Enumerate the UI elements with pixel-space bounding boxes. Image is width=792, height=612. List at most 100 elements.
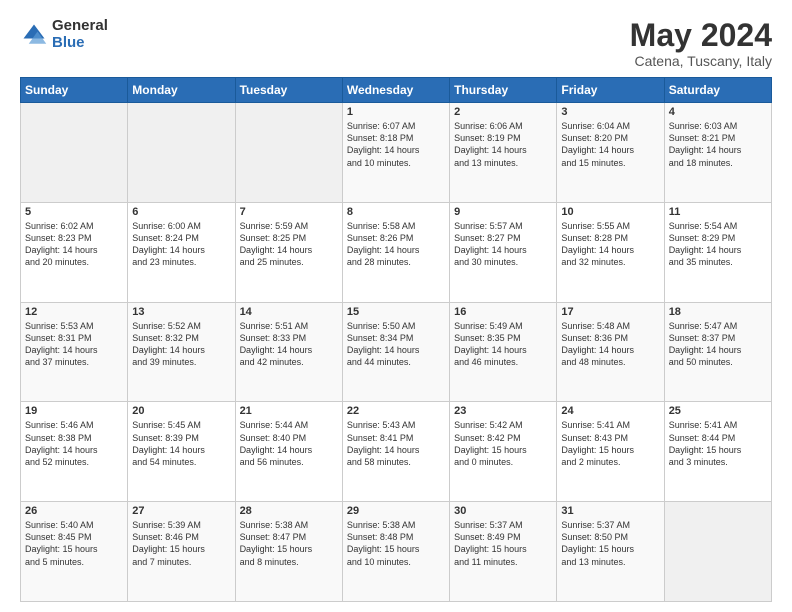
title-block: May 2024 Catena, Tuscany, Italy (630, 18, 772, 69)
week-row-5: 26Sunrise: 5:40 AM Sunset: 8:45 PM Dayli… (21, 502, 772, 602)
day-info: Sunrise: 6:02 AM Sunset: 8:23 PM Dayligh… (25, 220, 123, 269)
day-number: 19 (25, 405, 123, 417)
day-number: 21 (240, 405, 338, 417)
table-row (235, 103, 342, 203)
day-info: Sunrise: 5:47 AM Sunset: 8:37 PM Dayligh… (669, 320, 767, 369)
table-row: 22 Sunrise: 5:43 AM Sunset: 8:41 PM Dayli… (342, 402, 449, 502)
calendar-subtitle: Catena, Tuscany, Italy (630, 53, 772, 69)
calendar-table: Sunday Monday Tuesday Wednesday Thursday… (20, 77, 772, 602)
logo-icon (20, 21, 48, 49)
page: General Blue May 2024 Catena, Tuscany, I… (0, 0, 792, 612)
week-row-2: 5 Sunrise: 6:02 AM Sunset: 8:23 PM Daylig… (21, 202, 772, 302)
day-info: Sunrise: 5:54 AM Sunset: 8:29 PM Dayligh… (669, 220, 767, 269)
table-row: 14 Sunrise: 5:51 AM Sunset: 8:33 PM Dayli… (235, 302, 342, 402)
day-number: 22 (347, 405, 445, 417)
day-info: Sunrise: 5:43 AM Sunset: 8:41 PM Dayligh… (347, 419, 445, 468)
day-info: Sunrise: 6:04 AM Sunset: 8:20 PM Dayligh… (561, 120, 659, 169)
day-info: Sunrise: 5:38 AM Sunset: 8:48 PM Dayligh… (347, 519, 445, 568)
day-number: 23 (454, 405, 552, 417)
day-info: Sunrise: 5:52 AM Sunset: 8:32 PM Dayligh… (132, 320, 230, 369)
day-number: 6 (132, 206, 230, 218)
table-row: 19Sunrise: 5:46 AM Sunset: 8:38 PM Dayli… (21, 402, 128, 502)
day-info: Sunrise: 5:40 AM Sunset: 8:45 PM Dayligh… (25, 519, 123, 568)
table-row: 2 Sunrise: 6:06 AM Sunset: 8:19 PM Daylig… (450, 103, 557, 203)
day-info: Sunrise: 5:39 AM Sunset: 8:46 PM Dayligh… (132, 519, 230, 568)
table-row: 8Sunrise: 5:58 AM Sunset: 8:26 PM Daylig… (342, 202, 449, 302)
day-number: 29 (347, 505, 445, 517)
day-info: Sunrise: 6:06 AM Sunset: 8:19 PM Dayligh… (454, 120, 552, 169)
table-row: 12 Sunrise: 5:53 AM Sunset: 8:31 PM Dayli… (21, 302, 128, 402)
day-info: Sunrise: 5:49 AM Sunset: 8:35 PM Dayligh… (454, 320, 552, 369)
table-row: 29 Sunrise: 5:38 AM Sunset: 8:48 PM Dayli… (342, 502, 449, 602)
table-row (128, 103, 235, 203)
table-row: 7 Sunrise: 5:59 AM Sunset: 8:25 PM Daylig… (235, 202, 342, 302)
header-tuesday: Tuesday (235, 78, 342, 103)
day-number: 25 (669, 405, 767, 417)
day-number: 12 (25, 306, 123, 318)
table-row: 28 Sunrise: 5:38 AM Sunset: 8:47 PM Dayli… (235, 502, 342, 602)
day-number: 2 (454, 106, 552, 118)
day-info: Sunrise: 5:38 AM Sunset: 8:47 PM Dayligh… (240, 519, 338, 568)
day-info: Sunrise: 5:55 AM Sunset: 8:28 PM Dayligh… (561, 220, 659, 269)
table-row: 25 Sunrise: 5:41 AM Sunset: 8:44 PM Dayli… (664, 402, 771, 502)
day-number: 14 (240, 306, 338, 318)
day-number: 18 (669, 306, 767, 318)
day-info: Sunrise: 6:07 AM Sunset: 8:18 PM Dayligh… (347, 120, 445, 169)
day-info: Sunrise: 5:41 AM Sunset: 8:44 PM Dayligh… (669, 419, 767, 468)
day-info: Sunrise: 5:48 AM Sunset: 8:36 PM Dayligh… (561, 320, 659, 369)
table-row: 31Sunrise: 5:37 AM Sunset: 8:50 PM Dayli… (557, 502, 664, 602)
day-info: Sunrise: 5:45 AM Sunset: 8:39 PM Dayligh… (132, 419, 230, 468)
header-friday: Friday (557, 78, 664, 103)
logo-blue-text: Blue (52, 35, 108, 52)
table-row: 24Sunrise: 5:41 AM Sunset: 8:43 PM Dayli… (557, 402, 664, 502)
day-info: Sunrise: 5:41 AM Sunset: 8:43 PM Dayligh… (561, 419, 659, 468)
day-number: 5 (25, 206, 123, 218)
table-row: 11 Sunrise: 5:54 AM Sunset: 8:29 PM Dayli… (664, 202, 771, 302)
table-row: 10 Sunrise: 5:55 AM Sunset: 8:28 PM Dayli… (557, 202, 664, 302)
day-number: 10 (561, 206, 659, 218)
table-row (21, 103, 128, 203)
day-info: Sunrise: 5:37 AM Sunset: 8:49 PM Dayligh… (454, 519, 552, 568)
day-info: Sunrise: 5:42 AM Sunset: 8:42 PM Dayligh… (454, 419, 552, 468)
table-row: 5 Sunrise: 6:02 AM Sunset: 8:23 PM Daylig… (21, 202, 128, 302)
day-number: 30 (454, 505, 552, 517)
day-info: Sunrise: 5:51 AM Sunset: 8:33 PM Dayligh… (240, 320, 338, 369)
day-info: Sunrise: 5:50 AM Sunset: 8:34 PM Dayligh… (347, 320, 445, 369)
day-number: 28 (240, 505, 338, 517)
day-number: 20 (132, 405, 230, 417)
table-row: 4Sunrise: 6:03 AM Sunset: 8:21 PM Daylig… (664, 103, 771, 203)
table-row: 6 Sunrise: 6:00 AM Sunset: 8:24 PM Daylig… (128, 202, 235, 302)
table-row: 23 Sunrise: 5:42 AM Sunset: 8:42 PM Dayli… (450, 402, 557, 502)
day-info: Sunrise: 5:53 AM Sunset: 8:31 PM Dayligh… (25, 320, 123, 369)
header-wednesday: Wednesday (342, 78, 449, 103)
table-row: 15Sunrise: 5:50 AM Sunset: 8:34 PM Dayli… (342, 302, 449, 402)
day-info: Sunrise: 5:59 AM Sunset: 8:25 PM Dayligh… (240, 220, 338, 269)
table-row (664, 502, 771, 602)
day-info: Sunrise: 5:44 AM Sunset: 8:40 PM Dayligh… (240, 419, 338, 468)
day-number: 27 (132, 505, 230, 517)
table-row: 27 Sunrise: 5:39 AM Sunset: 8:46 PM Dayli… (128, 502, 235, 602)
header: General Blue May 2024 Catena, Tuscany, I… (20, 18, 772, 69)
week-row-4: 19Sunrise: 5:46 AM Sunset: 8:38 PM Dayli… (21, 402, 772, 502)
day-number: 17 (561, 306, 659, 318)
table-row: 1Sunrise: 6:07 AM Sunset: 8:18 PM Daylig… (342, 103, 449, 203)
table-row: 26Sunrise: 5:40 AM Sunset: 8:45 PM Dayli… (21, 502, 128, 602)
day-info: Sunrise: 6:00 AM Sunset: 8:24 PM Dayligh… (132, 220, 230, 269)
day-number: 7 (240, 206, 338, 218)
day-info: Sunrise: 5:37 AM Sunset: 8:50 PM Dayligh… (561, 519, 659, 568)
day-info: Sunrise: 5:57 AM Sunset: 8:27 PM Dayligh… (454, 220, 552, 269)
table-row: 21 Sunrise: 5:44 AM Sunset: 8:40 PM Dayli… (235, 402, 342, 502)
day-info: Sunrise: 6:03 AM Sunset: 8:21 PM Dayligh… (669, 120, 767, 169)
table-row: 20 Sunrise: 5:45 AM Sunset: 8:39 PM Dayli… (128, 402, 235, 502)
day-number: 16 (454, 306, 552, 318)
header-monday: Monday (128, 78, 235, 103)
day-number: 9 (454, 206, 552, 218)
table-row: 30 Sunrise: 5:37 AM Sunset: 8:49 PM Dayli… (450, 502, 557, 602)
day-number: 11 (669, 206, 767, 218)
table-row: 18 Sunrise: 5:47 AM Sunset: 8:37 PM Dayli… (664, 302, 771, 402)
table-row: 9 Sunrise: 5:57 AM Sunset: 8:27 PM Daylig… (450, 202, 557, 302)
day-info: Sunrise: 5:58 AM Sunset: 8:26 PM Dayligh… (347, 220, 445, 269)
logo-text: General Blue (52, 18, 108, 51)
table-row: 3Sunrise: 6:04 AM Sunset: 8:20 PM Daylig… (557, 103, 664, 203)
header-thursday: Thursday (450, 78, 557, 103)
